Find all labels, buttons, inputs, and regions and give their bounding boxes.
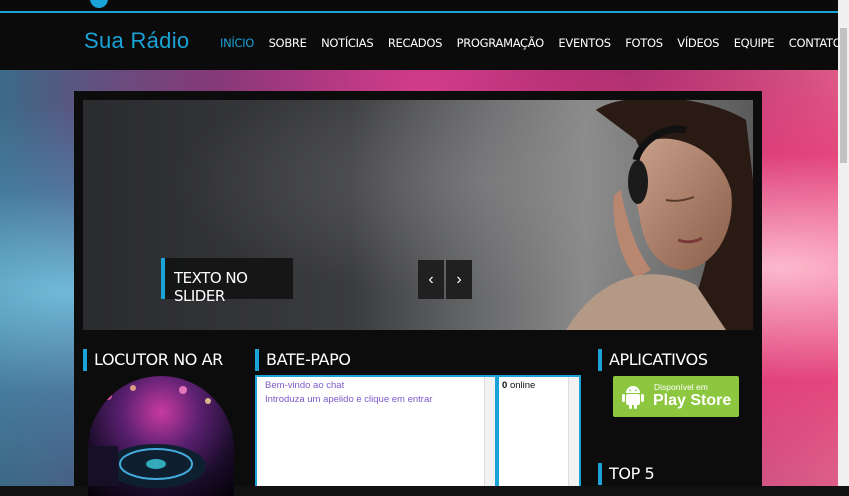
chevron-right-icon: › (456, 271, 462, 288)
nav-item-noticias[interactable]: NOTÍCIAS (321, 36, 374, 50)
play-store-button[interactable]: Disponível em Play Store (613, 376, 739, 417)
online-label: online (509, 380, 536, 391)
chat-messages-box[interactable]: Bem-vindo ao chat Introduza um apelido e… (255, 375, 497, 486)
slider-caption-text: TEXTO NO SLIDER (174, 269, 248, 305)
nav-item-sobre[interactable]: SOBRE (269, 36, 307, 50)
section-title-chat: BATE-PAPO (255, 349, 351, 371)
chevron-left-icon: ‹ (428, 271, 434, 288)
page-scrollbar[interactable] (838, 0, 849, 486)
nav-item-inicio[interactable]: INÍCIO (220, 36, 254, 50)
nav-item-contato[interactable]: CONTATO (789, 36, 842, 50)
section-title-top5: TOP 5 (598, 463, 655, 485)
slider-caption: TEXTO NO SLIDER (161, 258, 293, 305)
play-store-big-text: Play Store (653, 392, 732, 409)
play-store-small-text: Disponível em (654, 382, 708, 392)
nav-item-recados[interactable]: RECADOS (388, 36, 443, 50)
online-count-text: 0 online (502, 380, 535, 391)
brand-logo[interactable]: Sua Rádio (84, 28, 189, 54)
nav-item-eventos[interactable]: EVENTOS (558, 36, 611, 50)
section-title-locutor: LOCUTOR NO AR (83, 349, 223, 371)
chat-scrollbar[interactable] (484, 377, 495, 486)
section-title-apps: APLICATIVOS (598, 349, 708, 371)
scrollbar-thumb[interactable] (840, 28, 847, 163)
nav-item-fotos[interactable]: FOTOS (625, 36, 663, 50)
slider-next-button[interactable]: › (446, 260, 472, 299)
nav-item-programacao[interactable]: PROGRAMAÇÃO (457, 36, 545, 50)
top-logo-icon (90, 0, 108, 8)
chat-message: Bem-vindo ao chat (265, 380, 345, 391)
slider-prev-button[interactable]: ‹ (418, 260, 444, 299)
nav-item-equipe[interactable]: EQUIPE (734, 36, 775, 50)
chat-message: Introduza um apelido e clique em entrar (265, 394, 433, 405)
online-users-box[interactable]: 0 online (497, 375, 581, 486)
site-header: Sua Rádio INÍCIO SOBRE NOTÍCIAS RECADOS … (0, 13, 842, 70)
android-icon (622, 386, 644, 409)
nav-item-videos[interactable]: VÍDEOS (677, 36, 719, 50)
online-count: 0 (502, 380, 508, 391)
slider-woman-image (566, 100, 753, 330)
main-nav: INÍCIO SOBRE NOTÍCIAS RECADOS PROGRAMAÇÃ… (220, 36, 849, 50)
top-strip (0, 0, 849, 13)
online-scrollbar[interactable] (568, 377, 579, 486)
